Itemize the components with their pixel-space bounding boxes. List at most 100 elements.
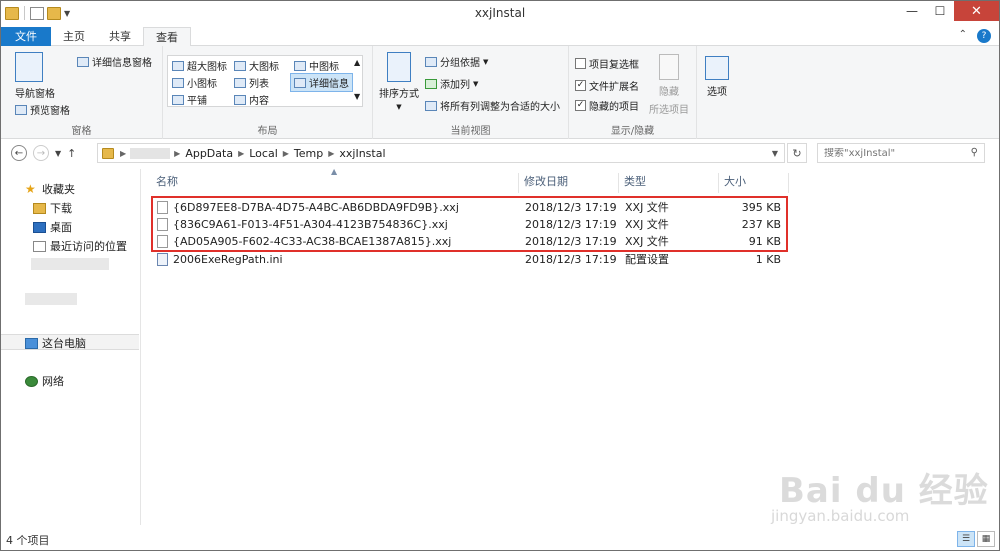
details-view-icon[interactable]: ☰ — [957, 531, 975, 547]
file-ext-toggle[interactable]: ✓ 文件扩展名 — [575, 78, 639, 93]
details-pane-button[interactable]: 详细信息窗格 — [77, 54, 152, 69]
sort-by-button[interactable]: 排序方式 ▼ — [379, 52, 419, 111]
refresh-button[interactable]: ↻ — [787, 143, 807, 163]
tab-file[interactable]: 文件 — [1, 27, 51, 46]
layout-item-label: 超大图标 — [187, 62, 227, 73]
column-header-modified[interactable]: 修改日期 — [519, 173, 619, 193]
layout-expand-icon[interactable]: ▼ — [354, 92, 360, 101]
file-ext-label: 文件扩展名 — [589, 82, 639, 93]
column-header-name[interactable]: 名称 — [151, 173, 519, 193]
nav-downloads[interactable]: 下载 — [33, 200, 72, 216]
watermark-url: jingyan.baidu.com — [771, 507, 910, 525]
hide-label: 隐藏 — [659, 87, 679, 98]
navigation-pane-icon — [15, 52, 43, 82]
back-button[interactable]: ← — [11, 145, 27, 161]
add-column-button[interactable]: 添加列 ▼ — [425, 76, 478, 91]
ribbon-controls: ⌃ ? — [959, 29, 991, 43]
minimize-button[interactable]: — — [898, 1, 926, 21]
options-button[interactable]: 选项 — [705, 56, 729, 98]
details-pane-icon — [77, 56, 89, 67]
layout-item-label: 中图标 — [309, 62, 339, 73]
layout-medium-icons[interactable]: 中图标 — [294, 58, 339, 73]
nav-this-pc[interactable]: 这台电脑 — [25, 335, 86, 351]
crumb-appdata[interactable]: AppData — [180, 147, 238, 160]
layout-tiles[interactable]: 平铺 — [172, 92, 207, 107]
fit-columns-icon — [425, 100, 437, 111]
group-by-button[interactable]: 分组依据 ▼ — [425, 54, 488, 69]
nav-pane-button[interactable]: 导航窗格 — [15, 52, 55, 100]
nav-buttons: ← → ▼ ↑ — [11, 145, 76, 161]
layout-extra-large-icons[interactable]: 超大图标 — [172, 58, 227, 73]
settings-file-icon — [157, 253, 168, 266]
sort-by-icon — [387, 52, 411, 82]
checkbox-checked[interactable]: ✓ — [575, 80, 586, 91]
crumb-temp[interactable]: Temp — [289, 147, 328, 160]
column-header-size[interactable]: 大小 — [719, 173, 789, 193]
crumb-local[interactable]: Local — [244, 147, 283, 160]
large-icons-view-icon[interactable]: ▦ — [977, 531, 995, 547]
hide-selected-button[interactable]: 隐藏 所选项目 — [649, 54, 689, 116]
nav-desktop[interactable]: 桌面 — [33, 219, 72, 235]
search-input[interactable] — [824, 147, 964, 159]
nav-recent[interactable]: 最近访问的位置 — [33, 238, 127, 254]
details-pane-label: 详细信息窗格 — [92, 58, 152, 69]
add-column-icon — [425, 78, 437, 89]
tab-view[interactable]: 查看 — [143, 27, 191, 47]
column-header-type[interactable]: 类型 — [619, 173, 719, 193]
layout-details[interactable]: 详细信息 — [290, 73, 353, 92]
recent-locations-icon[interactable]: ▼ — [55, 149, 61, 158]
medium-icons-icon — [294, 60, 306, 71]
address-row: ← → ▼ ↑ ▶ ▶ AppData ▶ Local ▶ Temp ▶ xxj… — [1, 142, 999, 166]
crumb-separator-icon[interactable]: ▶ — [120, 149, 126, 158]
group-by-label: 分组依据 — [440, 58, 480, 69]
nav-pane-label: 导航窗格 — [15, 89, 55, 100]
up-button[interactable]: ↑ — [67, 147, 76, 160]
layout-small-icons[interactable]: 小图标 — [172, 75, 217, 90]
search-icon[interactable]: ⚲ — [971, 147, 978, 158]
ribbon: 导航窗格 详细信息窗格 预览窗格 窗格 布局 超大图标 大图标 中图标 小图标 … — [1, 46, 999, 139]
group-label-panes: 窗格 — [71, 126, 92, 137]
layout-scroll-icon[interactable]: ▲ — [354, 58, 360, 67]
item-checkbox-toggle[interactable]: 项目复选框 — [575, 56, 639, 71]
nav-favorites[interactable]: ★ 收藏夹 — [25, 181, 75, 197]
address-dropdown-icon[interactable]: ▼ — [772, 149, 778, 158]
options-label: 选项 — [707, 87, 727, 98]
group-by-icon — [425, 56, 437, 67]
file-modified: 2018/12/3 17:19 — [525, 253, 617, 266]
highlight-annotation-box — [151, 196, 788, 252]
search-box[interactable]: ⚲ — [817, 143, 985, 163]
tab-home[interactable]: 主页 — [51, 27, 97, 46]
layout-large-icons[interactable]: 大图标 — [234, 58, 279, 73]
layout-list[interactable]: 列表 — [234, 75, 269, 90]
nav-downloads-label: 下载 — [50, 202, 72, 215]
preview-pane-button[interactable]: 预览窗格 — [15, 102, 70, 117]
checkbox-unchecked[interactable] — [575, 58, 586, 69]
table-row[interactable]: 2006ExeRegPath.ini 2018/12/3 17:19 配置设置 … — [151, 251, 785, 268]
layout-gallery: 超大图标 大图标 中图标 小图标 列表 详细信息 平铺 内容 ▲ ▼ — [167, 55, 363, 107]
close-button[interactable]: ✕ — [954, 1, 999, 21]
nav-network-label: 网络 — [42, 375, 64, 388]
fit-columns-button[interactable]: 将所有列调整为合适的大小 — [425, 98, 560, 113]
address-bar[interactable]: ▶ ▶ AppData ▶ Local ▶ Temp ▶ xxjInstal ▼ — [97, 143, 785, 163]
nav-desktop-label: 桌面 — [50, 221, 72, 234]
hidden-items-toggle[interactable]: ✓ 隐藏的项目 — [575, 98, 639, 113]
help-icon[interactable]: ? — [977, 29, 991, 43]
list-icon — [234, 77, 246, 88]
layout-item-label: 平铺 — [187, 96, 207, 107]
crumb-xxjinstal[interactable]: xxjInstal — [334, 147, 390, 160]
ribbon-collapse-icon[interactable]: ⌃ — [959, 29, 967, 43]
fit-columns-label: 将所有列调整为合适的大小 — [440, 102, 560, 113]
nav-recent-label: 最近访问的位置 — [50, 240, 127, 253]
forward-button[interactable]: → — [33, 145, 49, 161]
maximize-button[interactable]: ☐ — [926, 1, 954, 21]
layout-item-label: 大图标 — [249, 62, 279, 73]
nav-this-pc-label: 这台电脑 — [42, 337, 86, 350]
layout-content[interactable]: 内容 — [234, 92, 269, 107]
checkbox-checked[interactable]: ✓ — [575, 100, 586, 111]
file-name: 2006ExeRegPath.ini — [173, 253, 283, 266]
group-label-current-view: 当前视图 — [450, 126, 491, 137]
preview-pane-label: 预览窗格 — [30, 106, 70, 117]
redacted-nav-item — [25, 293, 77, 305]
tab-share[interactable]: 共享 — [97, 27, 143, 46]
nav-network[interactable]: 网络 — [25, 373, 64, 389]
